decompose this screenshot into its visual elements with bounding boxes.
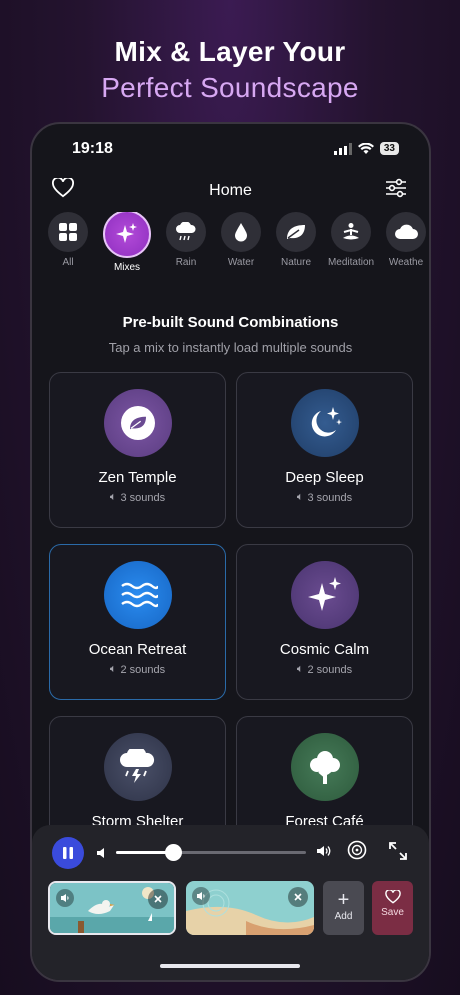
- track-thumb-seagull[interactable]: [48, 881, 176, 935]
- add-label: Add: [334, 911, 353, 922]
- mix-name: Zen Temple: [98, 469, 177, 486]
- top-bar: Home: [32, 174, 429, 208]
- speaker-icon: 🔈︎: [296, 491, 304, 503]
- speaker-icon: [192, 887, 210, 905]
- volume-slider-knob[interactable]: [165, 844, 182, 861]
- plus-icon: +: [337, 889, 350, 911]
- speaker-icon: 🔈︎: [109, 663, 117, 675]
- leaf-icon: [287, 225, 305, 239]
- page-title: Home: [209, 182, 252, 199]
- category-rain[interactable]: Rain: [166, 212, 206, 276]
- section-subtitle: Tap a mix to instantly load multiple sou…: [108, 340, 353, 355]
- category-meditation[interactable]: Meditation: [327, 212, 375, 276]
- remove-track-button[interactable]: [148, 889, 168, 909]
- mix-card-cosmic-calm[interactable]: Cosmic Calm 🔈︎ 2 sounds: [236, 544, 413, 700]
- speaker-icon: 🔈︎: [109, 491, 117, 503]
- add-sound-button[interactable]: + Add: [323, 881, 364, 935]
- mix-sound-count: 3 sounds: [307, 491, 353, 504]
- mix-card-zen-temple[interactable]: Zen Temple 🔈︎ 3 sounds: [49, 372, 226, 528]
- category-nature[interactable]: Nature: [276, 212, 316, 276]
- timer-icon[interactable]: [347, 840, 367, 865]
- rain-cloud-icon: [176, 222, 196, 241]
- remove-track-button[interactable]: [288, 887, 308, 907]
- category-label: Mixes: [113, 262, 141, 273]
- category-label: Rain: [175, 257, 197, 268]
- mix-sound-count: 2 sounds: [120, 663, 166, 676]
- category-water[interactable]: Water: [221, 212, 261, 276]
- phone-frame: 19:18 33 Home All Mixes Rain Water Natur…: [30, 122, 431, 982]
- sliders-icon[interactable]: [385, 178, 407, 203]
- moon-stars-icon: [311, 407, 342, 437]
- category-label: Meditation: [327, 257, 375, 268]
- save-mix-button[interactable]: Save: [372, 881, 413, 935]
- category-label: Weathe: [388, 257, 424, 268]
- track-thumb-sand-water[interactable]: [186, 881, 314, 935]
- sparkles-icon: [116, 223, 137, 243]
- category-weather[interactable]: Weathe: [386, 212, 426, 276]
- thunder-cloud-icon: [119, 749, 154, 783]
- mix-sound-count: 2 sounds: [307, 663, 353, 676]
- drop-icon: [235, 223, 247, 242]
- battery-level: 33: [379, 142, 399, 155]
- category-label: Water: [227, 257, 255, 268]
- mix-name: Cosmic Calm: [279, 641, 370, 658]
- category-all[interactable]: All: [48, 212, 88, 276]
- mix-name: Deep Sleep: [285, 469, 364, 486]
- cloud-icon: [395, 224, 418, 239]
- waves-icon: [120, 582, 158, 608]
- home-indicator: [160, 964, 300, 968]
- signal-icon: [333, 142, 352, 155]
- category-label: All: [62, 257, 74, 268]
- mix-card-deep-sleep[interactable]: Deep Sleep 🔈︎ 3 sounds: [236, 372, 413, 528]
- grid-icon: [59, 223, 77, 241]
- speaker-icon: [56, 889, 74, 907]
- speaker-icon: 🔈︎: [296, 663, 304, 675]
- promo-page: Mix & Layer Your Perfect Soundscape 19:1…: [0, 0, 460, 995]
- pause-icon: [63, 847, 73, 859]
- mix-name: Ocean Retreat: [88, 641, 187, 658]
- save-label: Save: [381, 907, 404, 918]
- wifi-icon: [357, 142, 374, 154]
- headline-line-2: Perfect Soundscape: [101, 72, 359, 103]
- category-label: Nature: [280, 257, 311, 268]
- volume-low-icon: [96, 846, 106, 864]
- status-bar: 19:18 33: [32, 138, 429, 162]
- promo-headline: Mix & Layer Your Perfect Soundscape: [0, 36, 460, 104]
- category-bar: All Mixes Rain Water Nature Meditation W…: [48, 212, 429, 276]
- volume-high-icon: [316, 844, 332, 863]
- volume-slider[interactable]: [116, 844, 306, 861]
- pause-button[interactable]: [52, 837, 84, 869]
- mix-sound-count: 3 sounds: [120, 491, 166, 504]
- meditation-icon: [343, 223, 359, 240]
- status-time: 19:18: [72, 140, 113, 157]
- category-mixes[interactable]: Mixes: [103, 212, 151, 276]
- expand-icon[interactable]: [388, 841, 408, 866]
- heart-icon: [372, 889, 413, 907]
- tree-icon: [309, 751, 340, 784]
- mini-player: + Add Save: [32, 825, 429, 980]
- mix-card-ocean-retreat[interactable]: Ocean Retreat 🔈︎ 2 sounds: [49, 544, 226, 700]
- headline-line-1: Mix & Layer Your: [114, 36, 346, 67]
- leaf-icon: [129, 416, 146, 430]
- sparkles-icon: [307, 577, 341, 611]
- section-title: Pre-built Sound Combinations: [122, 314, 339, 331]
